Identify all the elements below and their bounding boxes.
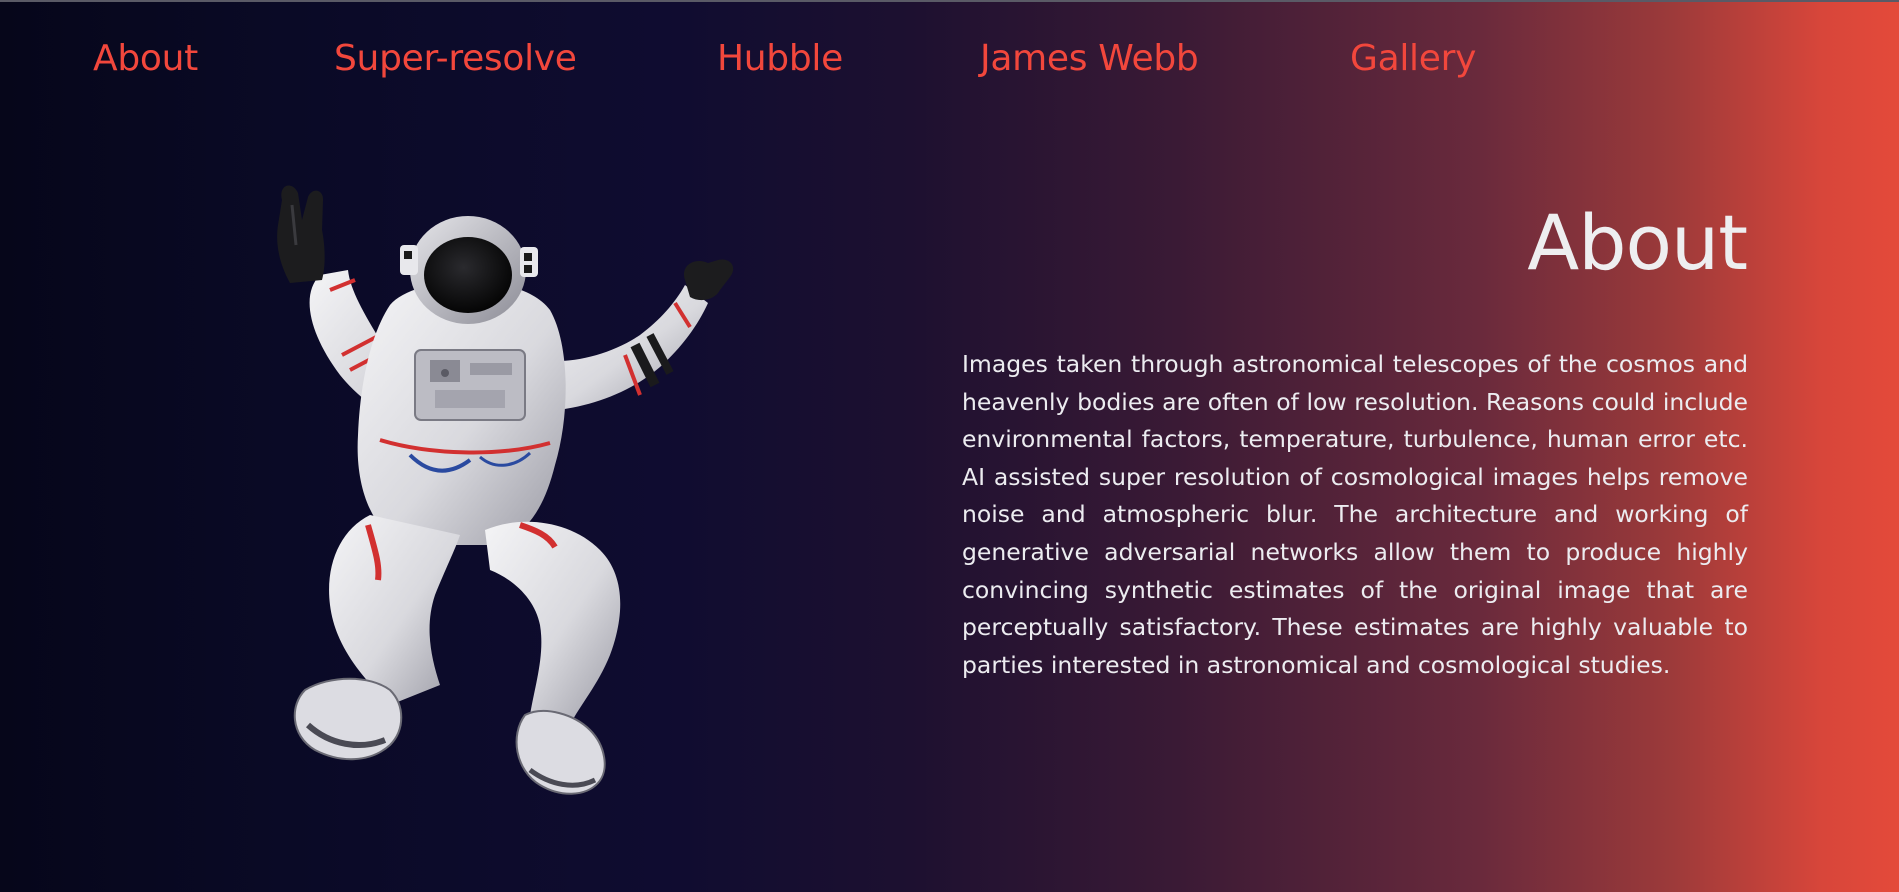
main-nav: About Super-resolve Hubble James Webb Ga… [0,38,1899,88]
nav-link-gallery[interactable]: Gallery [1350,38,1476,79]
astronaut-image [277,185,734,795]
nav-link-james-webb[interactable]: James Webb [980,38,1199,79]
section-title: About [1527,198,1748,287]
nav-link-super-resolve[interactable]: Super-resolve [334,38,577,79]
top-border [0,0,1899,2]
nav-link-about[interactable]: About [93,38,198,79]
nav-link-hubble[interactable]: Hubble [717,38,843,79]
about-paragraph: Images taken through astronomical telesc… [962,350,1748,679]
